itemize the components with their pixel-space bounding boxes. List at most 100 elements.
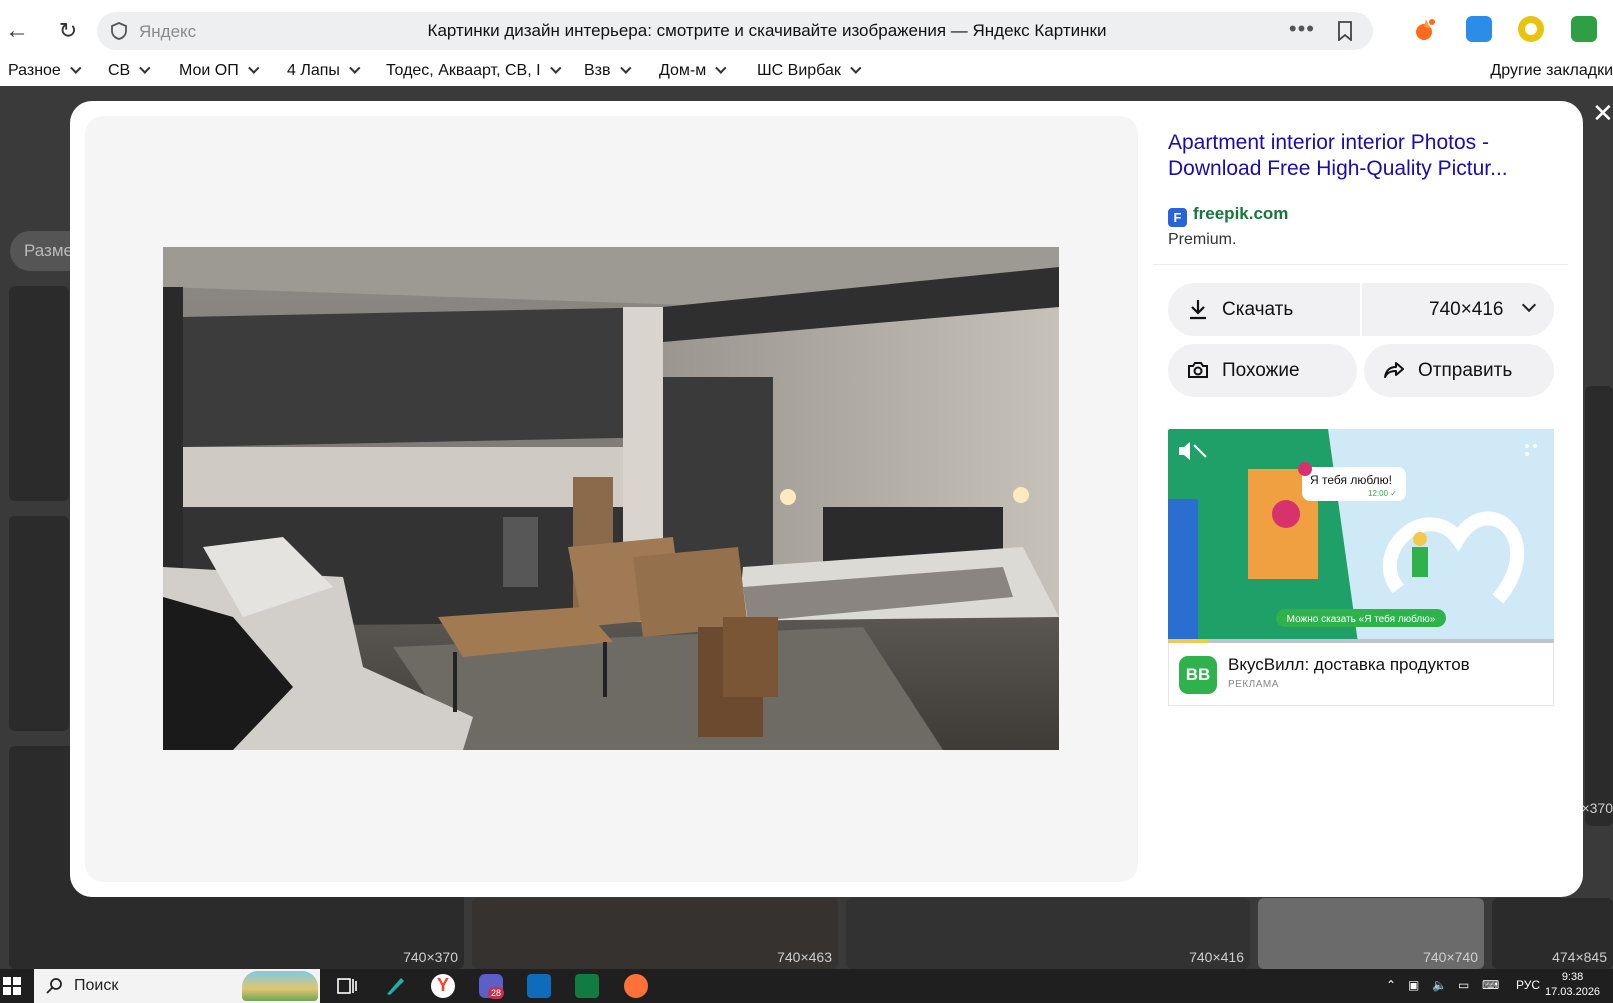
- image-info-card: Apartment interior interior Photos - Dow…: [1153, 116, 1568, 408]
- ad-bubble-time: 12:00 ✓: [1368, 489, 1397, 498]
- search-highlight-image: [242, 971, 318, 1001]
- sparkle-icon: [1525, 444, 1537, 456]
- mute-icon[interactable]: [1176, 439, 1208, 463]
- image-viewer-area: [85, 116, 1138, 882]
- size-select-button[interactable]: 740×416: [1362, 283, 1554, 336]
- similar-label: Похожие: [1222, 360, 1300, 381]
- ad-footer[interactable]: ВВ ВкусВилл: доставка продуктов РЕКЛАМА: [1168, 643, 1554, 706]
- chevron-down-icon: [69, 62, 82, 74]
- download-label: Скачать: [1222, 299, 1294, 320]
- windows-start-icon[interactable]: [2, 976, 22, 996]
- volume-icon[interactable]: 🔈: [1432, 978, 1447, 992]
- source-link[interactable]: Ffreepik.com: [1168, 204, 1288, 227]
- result-thumbnail[interactable]: ×370: [1581, 386, 1613, 826]
- divider: [1153, 264, 1568, 265]
- result-thumbnail[interactable]: [9, 286, 69, 501]
- extension-translate-icon[interactable]: [1466, 16, 1492, 42]
- share-button[interactable]: Отправить: [1364, 344, 1554, 397]
- bookmark-folder-raznoe[interactable]: Разное: [8, 62, 82, 80]
- main-image[interactable]: [163, 247, 1059, 750]
- download-icon: [1190, 300, 1206, 320]
- image-title-link[interactable]: Apartment interior interior Photos - Dow…: [1168, 130, 1558, 182]
- extension-fire-icon[interactable]: [1412, 16, 1438, 42]
- browser-toolbar: ← ↻ Яндекс Картинки дизайн интерьера: см…: [0, 0, 1613, 60]
- system-clock[interactable]: 9:38 17.03.2026: [1545, 970, 1600, 1000]
- yandex-browser-icon[interactable]: Y: [431, 974, 455, 998]
- freepik-favicon-icon: F: [1168, 208, 1187, 227]
- teams-badge: 28: [488, 987, 505, 999]
- result-thumbnail[interactable]: 740×416: [846, 898, 1250, 969]
- chevron-down-icon: [139, 62, 151, 74]
- reload-icon[interactable]: ↻: [55, 18, 81, 44]
- taskbar-search[interactable]: Поиск: [34, 969, 320, 1003]
- tray-chevron-up-icon[interactable]: ⌃: [1386, 978, 1396, 992]
- similar-button[interactable]: Похожие: [1168, 344, 1357, 397]
- bookmark-folder-moi-op[interactable]: Мои ОП: [179, 62, 260, 80]
- thumbnail-size: 740×463: [777, 949, 832, 965]
- teams-icon[interactable]: 28: [479, 974, 505, 999]
- language-indicator[interactable]: РУС: [1516, 978, 1540, 992]
- bookmark-icon[interactable]: [1337, 21, 1353, 41]
- result-thumbnail[interactable]: 474×845: [1492, 898, 1613, 969]
- source-note: Premium.: [1168, 231, 1237, 248]
- page-title: Картинки дизайн интерьера: смотрите и ск…: [427, 21, 1107, 40]
- bookmark-folder-dom-m[interactable]: Дом-м: [659, 62, 727, 80]
- ad-banner[interactable]: Я тебя люблю! 12:00 ✓ Можно сказать «Я т…: [1168, 429, 1554, 643]
- extension-ring-icon[interactable]: [1518, 16, 1544, 42]
- pen-app-icon[interactable]: [383, 974, 407, 998]
- extension-checked-icon[interactable]: [1571, 16, 1597, 42]
- more-options-icon[interactable]: •••: [1289, 16, 1315, 42]
- clock-date: 17.03.2026: [1545, 986, 1601, 998]
- source-domain: freepik.com: [1193, 204, 1289, 223]
- share-arrow-icon: [1384, 362, 1404, 378]
- search-icon: [46, 978, 62, 994]
- result-thumbnail[interactable]: 740×740: [1258, 898, 1484, 969]
- clock-time: 9:38: [1561, 971, 1584, 983]
- thumbnail-size: ×370: [1581, 800, 1613, 816]
- back-arrow-icon[interactable]: ←: [4, 18, 30, 44]
- chevron-down-icon: [549, 62, 562, 74]
- ad-bubble-text: Я тебя люблю!: [1310, 473, 1392, 487]
- task-view-icon[interactable]: [335, 974, 359, 998]
- other-bookmarks[interactable]: Другие закладки: [1490, 62, 1613, 80]
- advertisement-card[interactable]: Я тебя люблю! 12:00 ✓ Можно сказать «Я т…: [1153, 416, 1568, 882]
- result-thumbnail[interactable]: 740×463: [472, 898, 838, 969]
- bookmark-folder-vzv[interactable]: Взв: [584, 62, 632, 80]
- result-thumbnail[interactable]: [9, 516, 69, 731]
- size-label: 740×416: [1429, 299, 1504, 320]
- chevron-down-icon: [1521, 297, 1537, 313]
- chevron-down-icon: [850, 62, 862, 74]
- display-icon[interactable]: ▭: [1458, 978, 1469, 992]
- address-bar[interactable]: Яндекс Картинки дизайн интерьера: смотри…: [97, 12, 1373, 50]
- chevron-down-icon: [715, 62, 727, 74]
- download-button[interactable]: Скачать: [1168, 283, 1360, 336]
- bookmark-folder-shs-virbak[interactable]: ШС Вирбак: [757, 62, 862, 80]
- thumbnail-size: 740×416: [1189, 949, 1244, 965]
- vkusvill-logo: ВВ: [1179, 656, 1217, 694]
- ad-title[interactable]: ВкусВилл: доставка продуктов: [1228, 655, 1470, 675]
- firefox-icon[interactable]: [624, 974, 648, 998]
- chevron-down-icon: [247, 62, 260, 74]
- bookmarks-bar: Разное СВ Мои ОП 4 Лапы Тодес, Акваарт, …: [0, 60, 1613, 86]
- chevron-down-icon: [619, 62, 632, 74]
- search-label: Поиск: [74, 977, 119, 994]
- thumbnail-size: 740×740: [1423, 949, 1478, 965]
- bookmark-folder-sv[interactable]: СВ: [108, 62, 151, 80]
- camera-search-icon: [1188, 362, 1208, 378]
- network-icon[interactable]: ▣: [1408, 978, 1419, 992]
- close-icon[interactable]: ✕: [1592, 98, 1613, 129]
- address-host: Яндекс: [139, 22, 197, 41]
- bookmark-folder-4-lapy[interactable]: 4 Лапы: [287, 62, 361, 80]
- ad-label: РЕКЛАМА: [1228, 679, 1279, 690]
- windows-taskbar: Поиск Y 28 ⌃ ▣ 🔈 ▭ ⌨ РУС 9:38 17.03.2026: [0, 969, 1613, 1003]
- shield-icon: [111, 22, 127, 40]
- excel-icon[interactable]: [575, 974, 599, 998]
- chevron-down-icon: [349, 62, 361, 74]
- share-label: Отправить: [1418, 360, 1513, 381]
- bookmark-folder-todes[interactable]: Тодес, Акваарт, СВ, I: [386, 62, 562, 80]
- image-viewer-modal: Apartment interior interior Photos - Dow…: [70, 101, 1583, 897]
- keyboard-icon[interactable]: ⌨: [1482, 978, 1499, 992]
- outlook-icon[interactable]: [527, 974, 551, 998]
- thumbnail-size: 474×845: [1552, 949, 1607, 965]
- ad-caption: Можно сказать «Я тебя люблю»: [1287, 613, 1436, 625]
